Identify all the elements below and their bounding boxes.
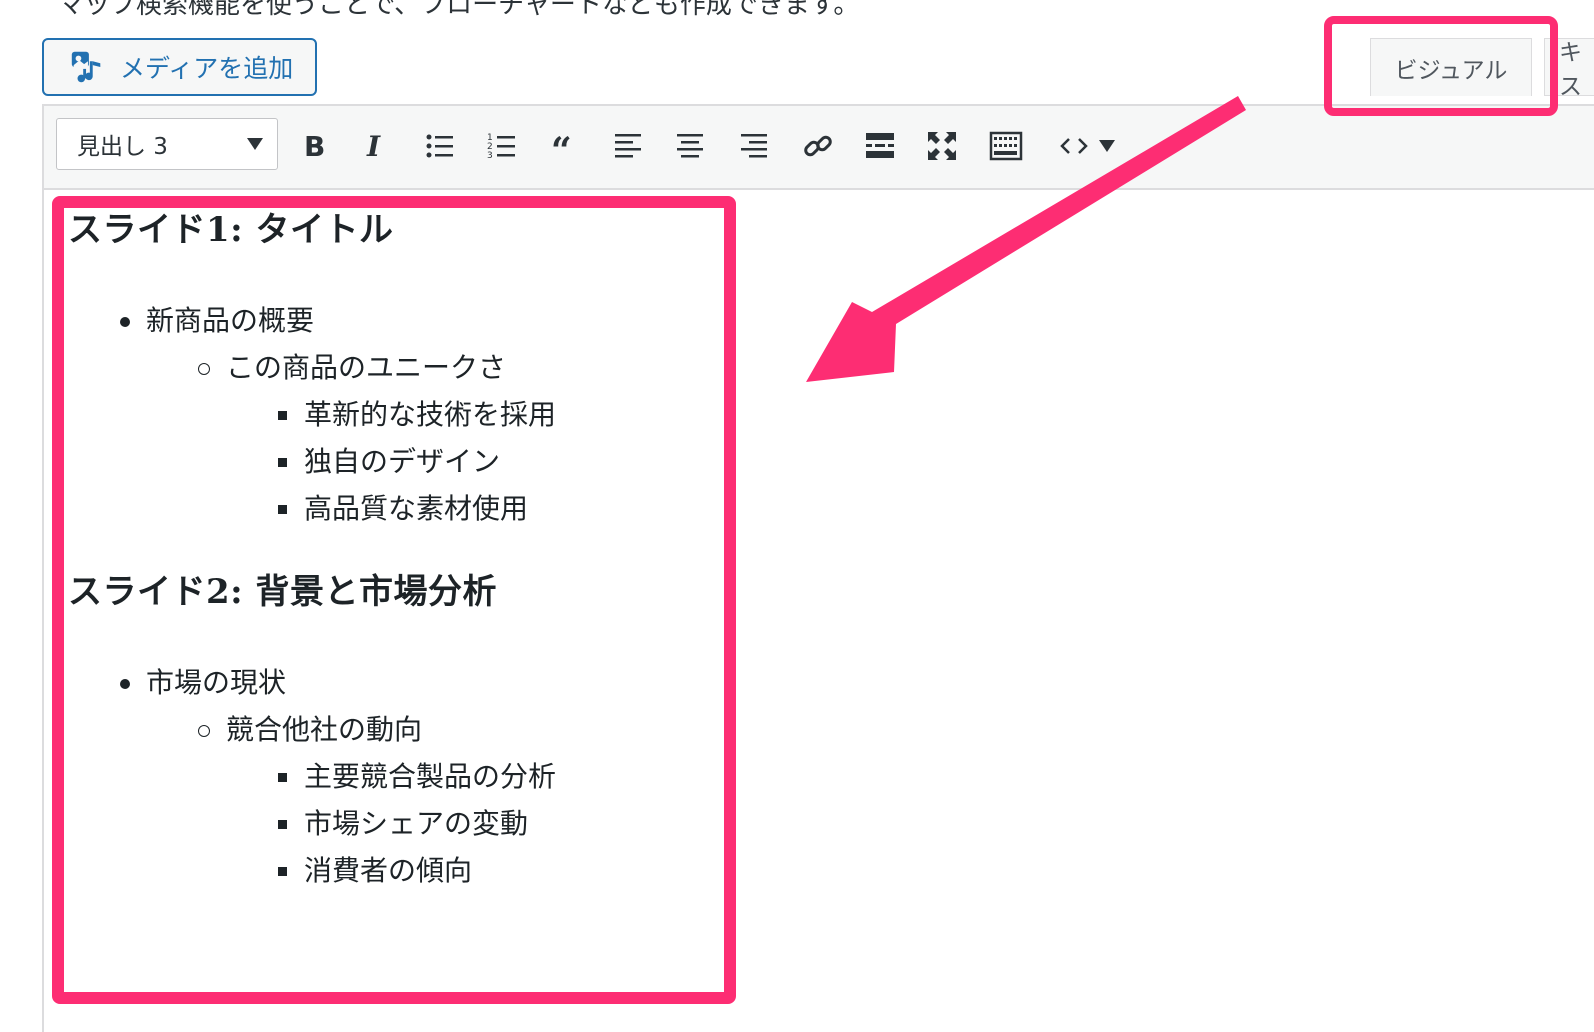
toolbar-toggle-button[interactable] <box>984 124 1028 168</box>
blockquote-icon: “ <box>551 130 572 163</box>
link-icon <box>804 135 832 157</box>
format-select-value: 見出し 3 <box>77 134 168 160</box>
read-more-icon <box>866 133 894 158</box>
align-center-button[interactable] <box>668 124 712 168</box>
format-select[interactable]: 見出し 3 <box>56 118 278 170</box>
chevron-down-icon <box>1099 140 1115 152</box>
align-right-button[interactable] <box>732 124 776 168</box>
fullscreen-button[interactable] <box>920 124 964 168</box>
italic-button[interactable]: I <box>354 124 398 168</box>
align-left-icon <box>615 134 641 158</box>
numbered-list-button[interactable]: 1 2 3 <box>480 124 524 168</box>
highlight-visual-tab <box>1324 16 1558 116</box>
align-left-button[interactable] <box>606 124 650 168</box>
toolbar-toggle-icon <box>989 131 1023 161</box>
add-media-label: メディアを追加 <box>120 54 294 83</box>
svg-text:I: I <box>366 130 381 163</box>
add-media-button[interactable]: メディアを追加 <box>42 38 317 96</box>
bold-button[interactable]: B <box>292 124 336 168</box>
fullscreen-icon <box>928 132 956 160</box>
numbered-list-icon: 1 2 3 <box>487 133 515 161</box>
blockquote-button[interactable]: “ <box>544 124 588 168</box>
code-icon <box>1060 138 1088 154</box>
svg-text:B: B <box>304 130 325 163</box>
italic-icon: I <box>366 130 381 163</box>
highlight-content <box>52 196 736 1004</box>
svg-text:3: 3 <box>487 151 493 161</box>
chevron-down-icon <box>247 138 263 150</box>
bullet-list-icon <box>426 134 453 158</box>
code-button[interactable] <box>1046 124 1126 168</box>
tab-text-label: テキスト <box>1559 40 1582 96</box>
align-right-icon <box>741 134 767 158</box>
link-button[interactable] <box>796 124 840 168</box>
align-center-icon <box>677 134 703 158</box>
svg-text:“: “ <box>551 130 572 163</box>
bullet-list-button[interactable] <box>418 124 462 168</box>
read-more-button[interactable] <box>858 124 902 168</box>
media-add-icon <box>71 51 101 83</box>
bold-icon: B <box>304 130 325 163</box>
intro-text: マップ検索機能を使うことで、フローチャートなども作成できます。 <box>58 0 860 20</box>
editor-toolbar: 見出し 3 B I 1 2 3 “ <box>44 106 1594 190</box>
